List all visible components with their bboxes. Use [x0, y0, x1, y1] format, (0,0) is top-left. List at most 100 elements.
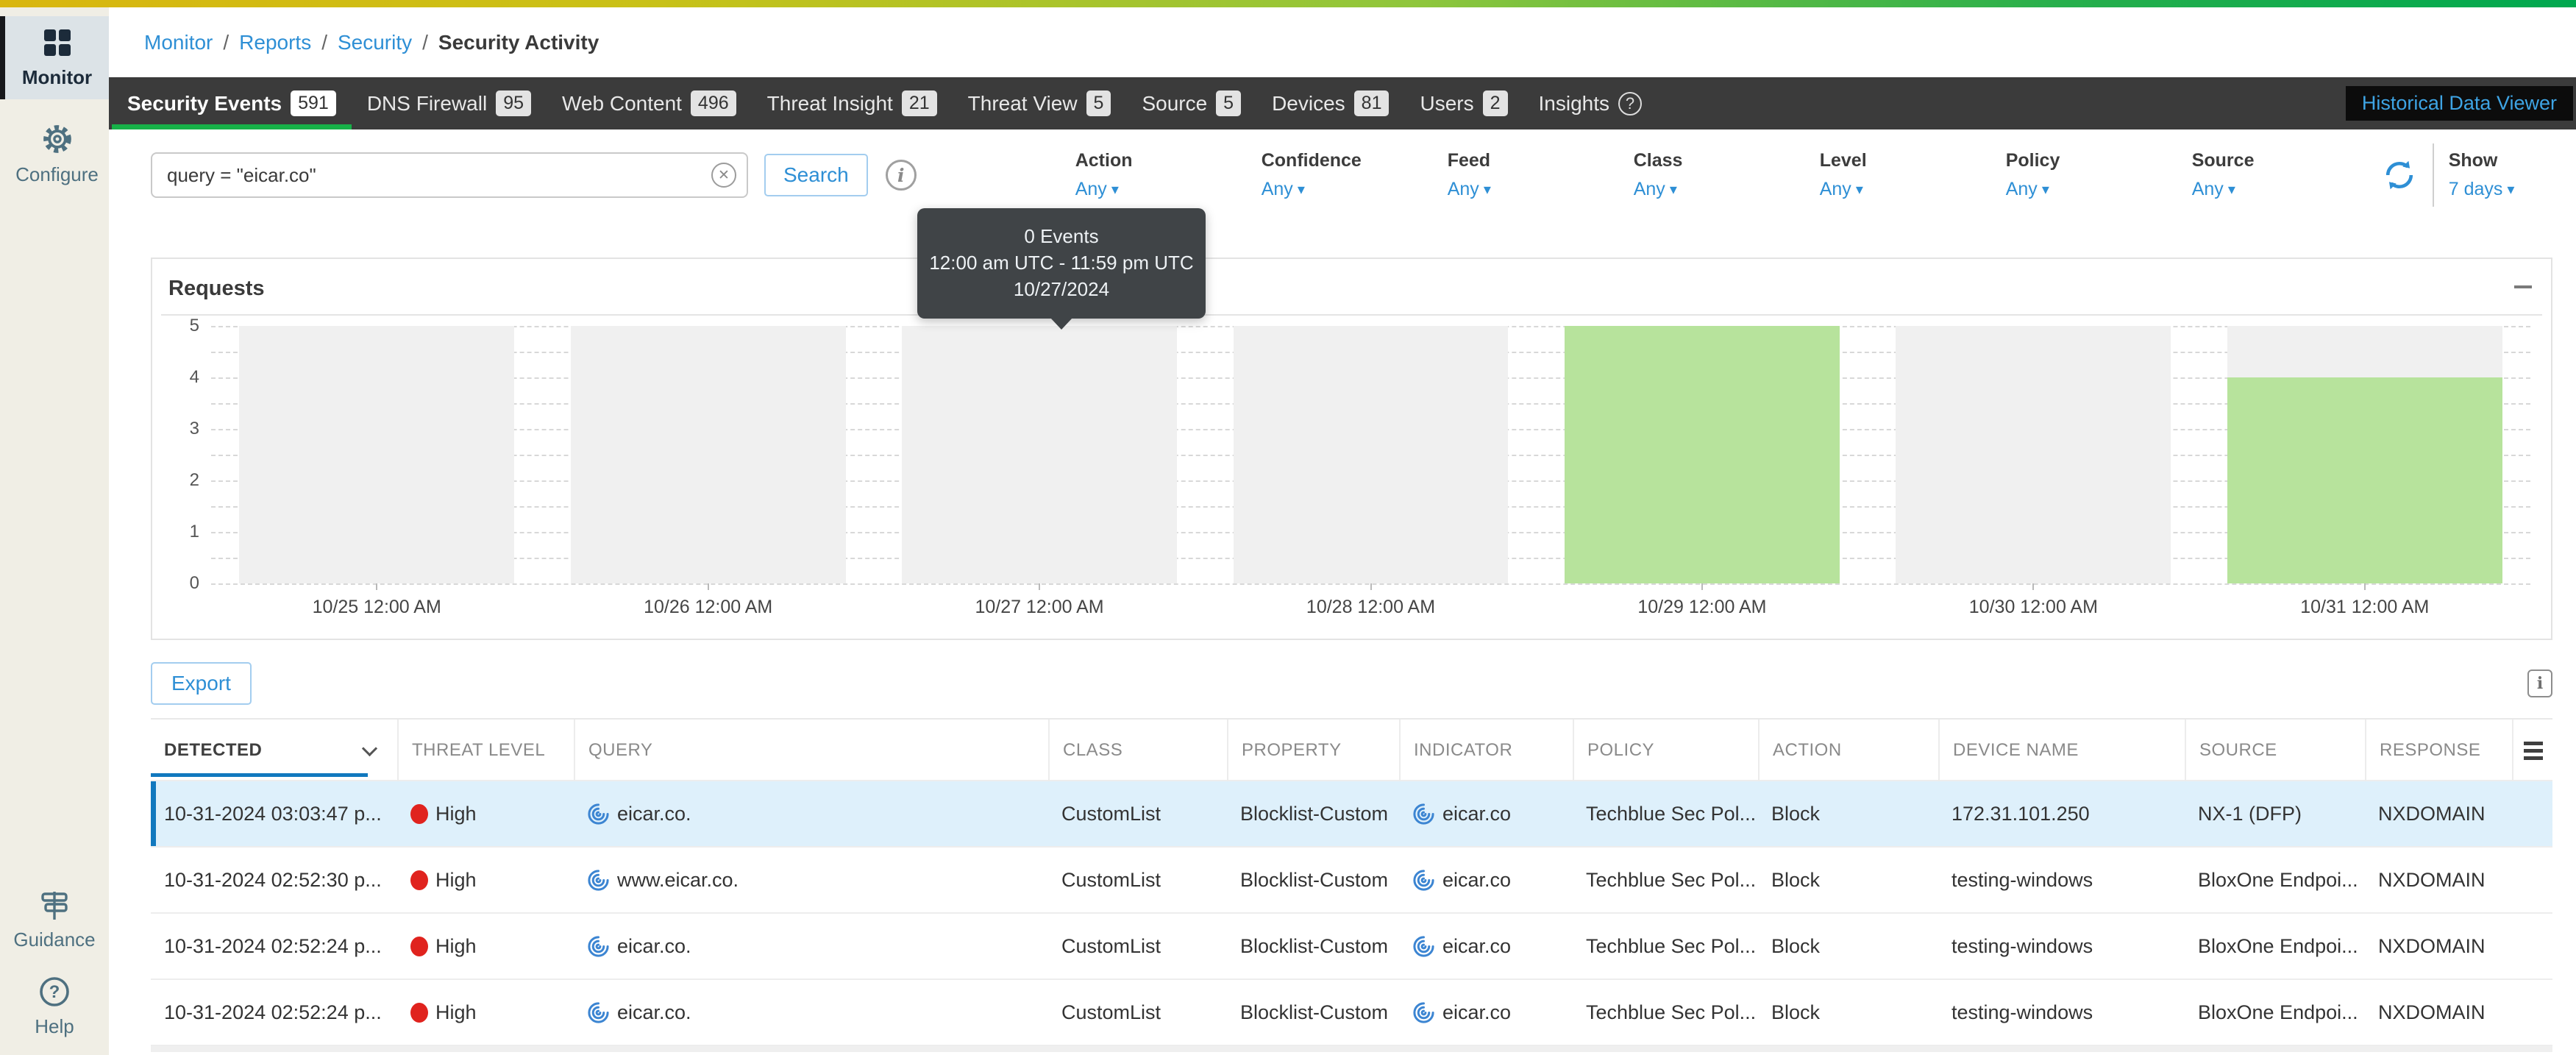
tab-users[interactable]: Users2 [1404, 77, 1523, 129]
info-icon[interactable]: i [886, 160, 917, 191]
tab-label: Insights [1539, 92, 1610, 116]
breadcrumb-separator: / [321, 31, 327, 54]
chart-day-band[interactable] [1896, 326, 2171, 583]
cell-action: Block [1758, 869, 1938, 892]
table-row[interactable]: 10-31-2024 02:52:24 p...Higheicar.co.Cus… [151, 980, 2552, 1046]
indicator-swirl-icon [1412, 803, 1435, 825]
search-input[interactable] [151, 152, 748, 198]
tab-threat-view[interactable]: Threat View5 [953, 77, 1127, 129]
tab-count-badge: 21 [902, 90, 937, 116]
cell-source: BloxOne Endpoi... [2185, 869, 2365, 892]
column-header-detected[interactable]: DETECTED [151, 720, 397, 781]
cell-threat-level: High [397, 1001, 574, 1024]
cell-response: NXDOMAIN [2365, 1001, 2512, 1024]
filter-value-dropdown[interactable]: Any▾ [1634, 179, 1820, 200]
tab-web-content[interactable]: Web Content496 [547, 77, 752, 129]
filter-value-dropdown[interactable]: Any▾ [2006, 179, 2192, 200]
show-range-dropdown[interactable]: 7 days▾ [2449, 179, 2515, 200]
cell-detected: 10-31-2024 02:52:24 p... [151, 1001, 397, 1024]
breadcrumb-link-reports[interactable]: Reports [239, 31, 311, 54]
column-header-policy[interactable]: POLICY [1573, 720, 1758, 781]
column-header-label: THREAT LEVEL [412, 740, 545, 761]
search-button[interactable]: Search [764, 154, 868, 196]
table-row[interactable]: 10-31-2024 02:52:30 p...Highwww.eicar.co… [151, 848, 2552, 914]
cell-query: eicar.co. [574, 803, 1048, 825]
filter-value-dropdown[interactable]: Any▾ [1262, 179, 1448, 200]
threat-level-high-dot [410, 937, 428, 956]
historical-data-viewer-button[interactable]: Historical Data Viewer [2346, 86, 2573, 121]
column-header-source[interactable]: SOURCE [2185, 720, 2365, 781]
hamburger-icon [2524, 742, 2543, 760]
filter-label: Class [1634, 150, 1820, 171]
x-axis-tick [1039, 583, 1040, 590]
y-axis-tick-label: 3 [164, 419, 199, 439]
column-header-property[interactable]: PROPERTY [1227, 720, 1399, 781]
column-settings-button[interactable] [2512, 720, 2552, 781]
column-header-label: PROPERTY [1242, 740, 1342, 761]
tab-devices[interactable]: Devices81 [1256, 77, 1404, 129]
chart-day-band[interactable] [1234, 326, 1509, 583]
cell-policy: Techblue Sec Pol... [1573, 869, 1758, 892]
table-row[interactable]: 10-31-2024 03:03:47 p...Higheicar.co.Cus… [151, 781, 2552, 848]
filter-value-dropdown[interactable]: Any▾ [1075, 179, 1262, 200]
help-icon[interactable]: ? [1618, 92, 1642, 116]
breadcrumb-link-security[interactable]: Security [338, 31, 412, 54]
refresh-icon[interactable] [2383, 158, 2416, 192]
tab-insights[interactable]: Insights? [1523, 77, 1658, 129]
tab-security-events[interactable]: Security Events591 [112, 77, 352, 129]
chart-day-band[interactable] [902, 326, 1177, 583]
breadcrumb-separator: / [223, 31, 229, 54]
column-header-class[interactable]: CLASS [1048, 720, 1227, 781]
column-header-response[interactable]: RESPONSE [2365, 720, 2512, 781]
chevron-down-icon: ▾ [1484, 180, 1491, 199]
filter-feed: FeedAny▾ [1448, 150, 1634, 200]
x-axis-tick-label: 10/26 12:00 AM [542, 597, 873, 618]
column-header-indicator[interactable]: INDICATOR [1399, 720, 1573, 781]
cell-action: Block [1758, 1001, 1938, 1024]
tab-threat-insight[interactable]: Threat Insight21 [752, 77, 953, 129]
sort-chevron-down-icon [362, 740, 377, 756]
filter-value-dropdown[interactable]: Any▾ [2192, 179, 2378, 200]
table-row[interactable]: 10-31-2024 02:52:24 p...Higheicar.co.Cus… [151, 914, 2552, 980]
chart-bar[interactable] [2227, 377, 2502, 583]
export-button[interactable]: Export [151, 662, 252, 705]
clear-search-icon[interactable]: ✕ [711, 163, 736, 188]
tab-dns-firewall[interactable]: DNS Firewall95 [352, 77, 547, 129]
tab-label: DNS Firewall [367, 92, 487, 116]
chart-bar[interactable] [1565, 326, 1840, 583]
sidebar-item-monitor[interactable]: Monitor [5, 16, 109, 99]
table-info-icon[interactable]: i [2527, 669, 2552, 697]
tab-source[interactable]: Source5 [1126, 77, 1256, 129]
chart-day-band[interactable] [239, 326, 514, 583]
show-label: Show [2449, 150, 2515, 171]
sidebar-item-configure[interactable]: Configure [5, 113, 109, 196]
x-axis-tick [708, 583, 709, 590]
sidebar-item-help[interactable]: ? Help [0, 972, 109, 1042]
cell-property: Blocklist-Custom [1227, 935, 1399, 958]
filter-value-dropdown[interactable]: Any▾ [1448, 179, 1634, 200]
y-axis-tick-label: 4 [164, 367, 199, 388]
sidebar-item-guidance[interactable]: Guidance [0, 886, 109, 956]
tab-count-badge: 5 [1086, 90, 1111, 116]
column-header-label: CLASS [1063, 740, 1122, 761]
svg-text:?: ? [49, 982, 60, 1002]
column-header-action[interactable]: ACTION [1758, 720, 1938, 781]
table-header: DETECTED THREAT LEVEL QUERY CLASS PROPERTY IN… [151, 720, 2552, 781]
filter-class: Class Any▾ [1634, 150, 1820, 200]
tab-label: Users [1420, 92, 1473, 116]
cell-query: eicar.co. [574, 935, 1048, 958]
collapse-panel-icon[interactable] [2514, 285, 2532, 288]
column-header-device-name[interactable]: DEVICE NAME [1938, 720, 2185, 781]
breadcrumb-link-monitor[interactable]: Monitor [144, 31, 213, 54]
filter-value-dropdown[interactable]: Any▾ [1820, 179, 2006, 200]
cell-threat-level: High [397, 869, 574, 892]
breadcrumb-separator: / [422, 31, 428, 54]
show-filter: Show 7 days▾ [2449, 150, 2515, 200]
x-axis-tick [2032, 583, 2034, 590]
column-header-threat-level[interactable]: THREAT LEVEL [397, 720, 574, 781]
filter-bar: ✕ Search i ActionAny▾ConfidenceAny▾FeedA… [109, 129, 2576, 221]
tab-label: Devices [1272, 92, 1345, 116]
chart-day-band[interactable] [571, 326, 846, 583]
events-table: DETECTED THREAT LEVEL QUERY CLASS PROPERTY IN… [151, 718, 2552, 1046]
column-header-query[interactable]: QUERY [574, 720, 1048, 781]
